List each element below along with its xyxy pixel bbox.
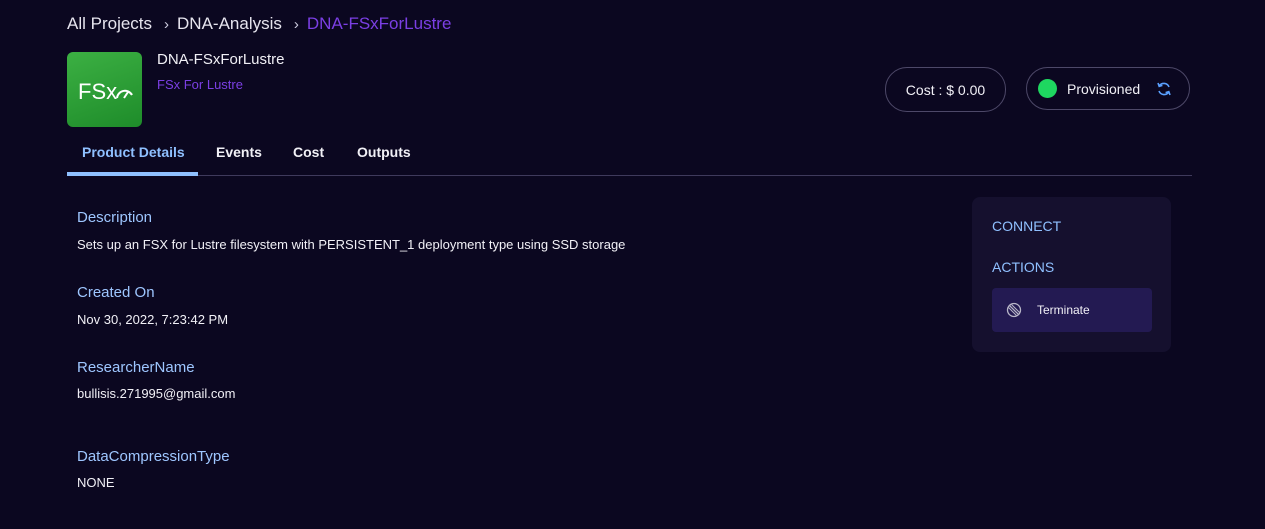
ban-icon xyxy=(1006,302,1022,318)
status-label: Provisioned xyxy=(1067,80,1141,97)
data-compression-type-label: DataCompressionType xyxy=(77,448,230,465)
breadcrumb-separator: › xyxy=(293,15,299,33)
cost-badge: Cost : $ 0.00 xyxy=(885,67,1006,112)
tab-bar: Product Details Events Cost Outputs xyxy=(67,135,1192,176)
breadcrumb-all-projects[interactable]: All Projects xyxy=(67,14,152,34)
breadcrumb-current: DNA-FSxForLustre xyxy=(306,14,452,33)
terminate-label: Terminate xyxy=(1037,303,1090,317)
fsx-logo-icon: FSx xyxy=(78,79,133,104)
actions-heading: ACTIONS xyxy=(992,259,1055,275)
tab-cost[interactable]: Cost xyxy=(293,144,324,160)
svg-text:FSx: FSx xyxy=(78,79,117,104)
refresh-icon[interactable] xyxy=(1156,81,1172,97)
tab-events[interactable]: Events xyxy=(216,144,262,160)
created-on-value: Nov 30, 2022, 7:23:42 PM xyxy=(77,312,229,327)
created-on-label: Created On xyxy=(77,284,155,301)
connect-heading[interactable]: CONNECT xyxy=(992,218,1061,234)
breadcrumb: All Projects › DNA-Analysis › DNA-FSxFor… xyxy=(67,14,451,34)
researcher-name-value: bullisis.271995@gmail.com xyxy=(77,386,236,401)
status-badge: Provisioned xyxy=(1026,67,1190,110)
cost-label: Cost : $ 0.00 xyxy=(905,81,986,98)
description-label: Description xyxy=(77,209,153,226)
researcher-name-label: ResearcherName xyxy=(77,359,195,376)
status-dot-icon xyxy=(1038,79,1057,98)
breadcrumb-separator: › xyxy=(164,15,170,33)
product-name: DNA-FSxForLustre xyxy=(157,51,285,68)
product-logo: FSx xyxy=(67,52,142,127)
terminate-button[interactable]: Terminate xyxy=(992,288,1152,332)
actions-panel: CONNECT ACTIONS Terminate xyxy=(972,197,1171,352)
breadcrumb-project[interactable]: DNA-Analysis xyxy=(177,14,282,34)
data-compression-type-value: NONE xyxy=(77,475,115,490)
active-tab-indicator xyxy=(67,172,198,176)
tab-product-details[interactable]: Product Details xyxy=(82,144,185,160)
description-value: Sets up an FSX for Lustre filesystem wit… xyxy=(77,237,626,252)
tab-outputs[interactable]: Outputs xyxy=(357,144,411,160)
product-type: FSx For Lustre xyxy=(157,77,243,92)
